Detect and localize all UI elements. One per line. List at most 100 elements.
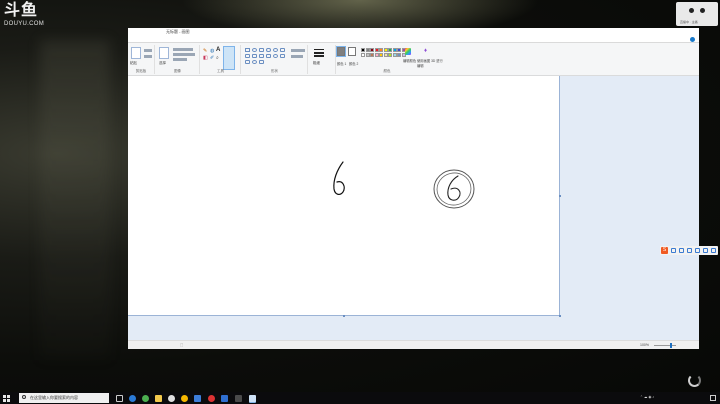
outline-button[interactable] — [291, 49, 305, 52]
diamond-shape-icon[interactable] — [259, 54, 264, 58]
pencil-icon[interactable]: ✎ — [203, 48, 207, 54]
media-icon[interactable] — [208, 395, 215, 402]
palette-swatch[interactable] — [361, 53, 365, 57]
color2-button[interactable] — [348, 47, 356, 56]
canvas-drawing — [333, 161, 475, 209]
triangle-shape-icon[interactable] — [245, 54, 250, 58]
fill-icon[interactable]: ◍ — [210, 48, 214, 54]
rotate-button[interactable] — [173, 58, 187, 61]
pentagon-shape-icon[interactable] — [266, 54, 271, 58]
palette-swatch[interactable] — [397, 53, 401, 57]
quick-access-toolbar[interactable] — [132, 29, 152, 42]
browser-icon[interactable] — [181, 395, 188, 402]
palette-swatch[interactable] — [361, 48, 365, 52]
edit-colors-icon[interactable] — [405, 48, 411, 55]
circle-shape-icon[interactable] — [273, 48, 278, 52]
resize-handle-right[interactable] — [559, 195, 561, 197]
polygon-shape-icon[interactable] — [280, 48, 285, 52]
zoom-slider-thumb[interactable] — [670, 343, 672, 348]
palette-swatch[interactable] — [374, 48, 379, 52]
size-label: 粗细 — [313, 61, 320, 65]
app-icon[interactable] — [235, 395, 242, 402]
magnifier-icon[interactable]: ⌕ — [216, 55, 219, 61]
ime-skin-icon[interactable] — [703, 248, 708, 253]
resize-handle-corner[interactable] — [559, 315, 561, 317]
palette-swatch[interactable] — [370, 48, 374, 52]
heart-shape-icon[interactable] — [259, 60, 264, 64]
workspace — [128, 76, 699, 343]
resize-button[interactable] — [173, 53, 195, 56]
tray-icons[interactable]: ⌃ ☁ ◉ ♪ — [640, 395, 654, 401]
task-view-icon[interactable] — [116, 395, 123, 402]
search-placeholder: 在这里输入你要搜索的内容 — [30, 395, 78, 400]
zoom-slider[interactable] — [654, 345, 676, 346]
paint-icon[interactable] — [249, 395, 256, 402]
palette-swatch[interactable] — [374, 53, 379, 57]
line-shape-icon[interactable] — [245, 48, 250, 52]
sogou-icon[interactable]: S — [661, 247, 668, 254]
rounded-rectangle-icon[interactable] — [266, 48, 271, 52]
brushes-button[interactable] — [223, 46, 235, 70]
crop-button[interactable] — [173, 48, 193, 51]
palette-swatch[interactable] — [388, 53, 392, 57]
group-label-tools: 工具 — [217, 69, 224, 73]
palette-swatch[interactable] — [397, 48, 401, 52]
paste-button[interactable] — [131, 47, 141, 59]
palette-swatch[interactable] — [392, 53, 397, 57]
paint3d-icon[interactable]: ♦ — [424, 48, 427, 54]
app-green-icon[interactable] — [142, 395, 149, 402]
start-icon[interactable] — [3, 395, 10, 402]
drawing-canvas[interactable] — [128, 76, 560, 316]
edge-icon[interactable] — [129, 395, 136, 402]
ime-mode-icon[interactable] — [671, 248, 676, 253]
desktop-background: 斗鱼 DOUYU.COM 直播中 · 主播 无标题 - 画图 ─ ☐ ✕ 文件 … — [0, 0, 720, 404]
cut-button[interactable] — [144, 49, 152, 52]
ime-punct-icon[interactable] — [679, 248, 684, 253]
oval-shape-icon[interactable] — [252, 48, 257, 52]
ime-toolbar[interactable]: S — [660, 246, 718, 255]
color-picker-icon[interactable]: ✐ — [210, 55, 214, 61]
select-label: 选择 — [159, 61, 166, 65]
arrow-shape-icon[interactable] — [280, 54, 285, 58]
palette-swatch[interactable] — [365, 48, 370, 52]
rectangle-shape-icon[interactable] — [259, 48, 264, 52]
star-shape-icon[interactable] — [245, 60, 250, 64]
fill-button[interactable] — [291, 55, 303, 58]
palette-swatch[interactable] — [379, 53, 383, 57]
explorer-icon[interactable] — [155, 395, 162, 402]
group-image: 选择 图像 — [156, 45, 200, 74]
resize-handle-bottom[interactable] — [343, 315, 345, 317]
help-icon[interactable] — [690, 37, 695, 42]
douyu-logo-text: DOUYU.COM — [4, 21, 45, 27]
ime-voice-icon[interactable] — [687, 248, 692, 253]
select-button[interactable] — [159, 47, 169, 59]
palette-swatch[interactable] — [383, 48, 388, 52]
ribbon-tabs: 文件 主页 查看 — [128, 36, 699, 51]
paint3d-button[interactable]: 使用画图 3D 进行编辑 — [417, 58, 445, 68]
handwritten-six-circled — [447, 175, 461, 201]
text-icon[interactable]: A — [216, 47, 220, 53]
palette-swatch[interactable] — [383, 53, 388, 57]
chrome-icon[interactable] — [168, 395, 175, 402]
palette-swatch[interactable] — [365, 53, 370, 57]
palette-swatch[interactable] — [379, 48, 383, 52]
group-shapes: 形状 — [242, 45, 308, 74]
handwritten-six-left — [333, 161, 345, 195]
color1-button[interactable] — [337, 47, 345, 56]
webcam-caption: 直播中 · 主播 — [680, 20, 698, 24]
store-icon[interactable] — [194, 395, 201, 402]
palette-swatch[interactable] — [388, 48, 392, 52]
eraser-icon[interactable]: ◧ — [203, 55, 208, 61]
group-clipboard: 粘贴 剪贴板 — [128, 45, 155, 74]
taskbar-search[interactable]: 在这里输入你要搜索的内容 — [19, 393, 109, 403]
copy-button[interactable] — [144, 55, 152, 58]
hexagon-shape-icon[interactable] — [273, 54, 278, 58]
palette-swatch[interactable] — [370, 53, 374, 57]
ime-keyboard-icon[interactable] — [695, 248, 700, 253]
callout-shape-icon[interactable] — [252, 60, 257, 64]
notification-icon[interactable] — [710, 395, 716, 401]
palette-swatch[interactable] — [392, 48, 397, 52]
mail-icon[interactable] — [221, 395, 228, 402]
right-triangle-icon[interactable] — [252, 54, 257, 58]
ime-menu-icon[interactable] — [711, 248, 716, 253]
